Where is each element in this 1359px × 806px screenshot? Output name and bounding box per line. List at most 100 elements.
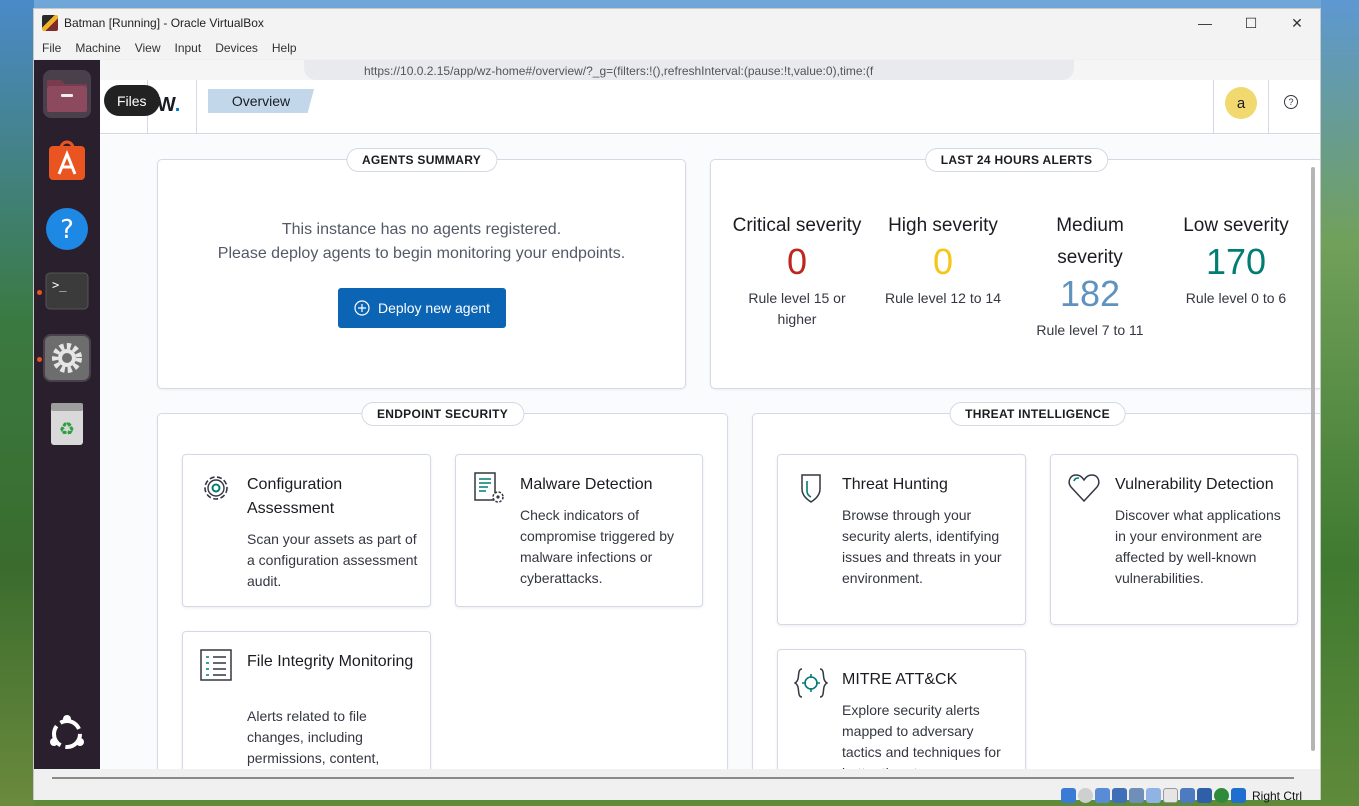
- gear-icon: [204, 476, 228, 500]
- no-agents-message: This instance has no agents registered. …: [158, 218, 685, 266]
- window-title: Batman [Running] - Oracle VirtualBox: [64, 16, 264, 30]
- shared-folders-icon[interactable]: [1145, 788, 1161, 803]
- dock-tooltip: Files: [104, 85, 160, 116]
- help-icon[interactable]: ?: [1284, 95, 1298, 109]
- card-configuration-assessment[interactable]: Configuration Assessment Scan your asset…: [182, 454, 431, 607]
- severity-rule: Rule level 15 or higher: [748, 290, 846, 327]
- wazuh-logo[interactable]: W.: [157, 94, 180, 117]
- vertical-scrollbar[interactable]: [1311, 167, 1315, 751]
- keyboard-capture-icon[interactable]: [1230, 788, 1246, 803]
- card-description: Discover what applications in your envir…: [1115, 507, 1281, 586]
- deploy-new-agent-button[interactable]: Deploy new agent: [338, 288, 506, 328]
- menu-devices[interactable]: Devices: [215, 41, 258, 55]
- agents-summary-label: AGENTS SUMMARY: [345, 148, 498, 172]
- no-agents-line2: Please deploy agents to begin monitoring…: [217, 245, 626, 262]
- optical-drive-icon[interactable]: [1077, 788, 1093, 803]
- agents-summary-panel: AGENTS SUMMARY This instance has no agen…: [157, 148, 686, 389]
- network-icon[interactable]: [1111, 788, 1127, 803]
- horizontal-scrollbar[interactable]: [52, 777, 1294, 779]
- shield-icon: [801, 474, 821, 503]
- plus-circle-icon: [354, 300, 370, 316]
- virtualbox-window: Batman [Running] - Oracle VirtualBox — ☐…: [33, 8, 1321, 803]
- card-malware-detection[interactable]: Malware Detection Check indicators of co…: [455, 454, 703, 607]
- recording-icon[interactable]: [1179, 788, 1195, 803]
- address-bar[interactable]: https://10.0.2.15/app/wz-home#/overview/…: [304, 60, 1074, 80]
- dock-app-center[interactable]: [43, 136, 91, 184]
- header-divider: [196, 80, 197, 134]
- severity-value: 182: [1059, 273, 1121, 314]
- svg-text:>_: >_: [52, 278, 67, 292]
- dock-show-apps[interactable]: [43, 710, 91, 758]
- no-agents-line1: This instance has no agents registered.: [281, 221, 562, 238]
- low-severity-stat[interactable]: Low severity 170 Rule level 0 to 6: [1171, 210, 1301, 309]
- close-button[interactable]: ✕: [1274, 9, 1320, 37]
- severity-rule: Rule level 0 to 6: [1185, 290, 1287, 306]
- card-title: Configuration Assessment: [247, 476, 343, 517]
- medium-severity-stat[interactable]: Medium severity 182 Rule level 7 to 11: [1025, 210, 1155, 341]
- header-divider: [1268, 80, 1269, 134]
- terminal-icon: >_: [45, 272, 89, 310]
- menu-view[interactable]: View: [135, 41, 161, 55]
- menu-machine[interactable]: Machine: [75, 41, 120, 55]
- hard-disk-icon[interactable]: [1060, 788, 1076, 803]
- deploy-button-label: Deploy new agent: [377, 300, 491, 316]
- severity-value: 170: [1205, 241, 1267, 282]
- card-mitre-attack[interactable]: MITRE ATT&CK Explore security alerts map…: [777, 649, 1026, 769]
- dock-help[interactable]: ?: [43, 205, 91, 253]
- critical-severity-stat[interactable]: Critical severity 0 Rule level 15 or hig…: [732, 210, 862, 330]
- card-title: MITRE ATT&CK: [842, 671, 958, 688]
- severity-rule: Rule level 12 to 14: [885, 290, 1001, 306]
- audio-icon[interactable]: [1094, 788, 1110, 803]
- card-title: Threat Hunting: [842, 476, 948, 493]
- svg-text:♻: ♻: [59, 419, 75, 440]
- severity-value: 0: [932, 241, 954, 282]
- menu-file[interactable]: File: [42, 41, 61, 55]
- virtualization-icon[interactable]: [1196, 788, 1212, 803]
- menu-bar: File Machine View Input Devices Help: [34, 37, 1320, 59]
- card-title: File Integrity Monitoring: [247, 653, 414, 670]
- user-avatar[interactable]: a: [1225, 87, 1257, 119]
- document-gear-icon: [474, 472, 504, 503]
- minimize-button[interactable]: —: [1182, 9, 1228, 37]
- status-tray: Right Ctrl: [1060, 788, 1302, 803]
- list-icon: [200, 649, 232, 681]
- desktop-background-left: [0, 0, 34, 806]
- severity-name: Critical severity: [732, 215, 862, 236]
- card-title: Malware Detection: [520, 476, 653, 493]
- dock-files[interactable]: [43, 70, 91, 118]
- dock-settings[interactable]: [43, 334, 91, 382]
- severity-value: 0: [786, 241, 808, 282]
- dock-terminal[interactable]: >_: [43, 268, 91, 316]
- target-icon: [794, 668, 828, 698]
- trash-icon: ♻: [51, 403, 83, 445]
- dock-trash[interactable]: ♻: [43, 400, 91, 448]
- card-file-integrity-monitoring[interactable]: File Integrity Monitoring Alerts related…: [182, 631, 431, 769]
- menu-input[interactable]: Input: [175, 41, 202, 55]
- high-severity-stat[interactable]: High severity 0 Rule level 12 to 14: [878, 210, 1008, 309]
- url-strip: https://10.0.2.15/app/wz-home#/overview/…: [100, 60, 1320, 80]
- settings-icon: [45, 336, 89, 380]
- breadcrumb-overview[interactable]: Overview: [208, 89, 314, 113]
- threat-intelligence-panel: THREAT INTELLIGENCE Threat Hunting Brows…: [752, 402, 1320, 769]
- severity-name: Low severity: [1183, 215, 1289, 236]
- usb-icon[interactable]: [1128, 788, 1144, 803]
- menu-help[interactable]: Help: [272, 41, 297, 55]
- guest-display: ? >_ ♻ Files https://10.0.2.15/app/wz-ho…: [34, 60, 1320, 769]
- card-threat-hunting[interactable]: Threat Hunting Browse through your secur…: [777, 454, 1026, 625]
- display-icon[interactable]: [1162, 788, 1178, 803]
- card-vulnerability-detection[interactable]: Vulnerability Detection Discover what ap…: [1050, 454, 1298, 625]
- ubuntu-dock: ? >_ ♻: [34, 60, 100, 769]
- severity-rule: Rule level 7 to 11: [1036, 322, 1144, 338]
- card-description: Explore security alerts mapped to advers…: [842, 702, 1001, 769]
- guest-additions-icon[interactable]: [1213, 788, 1229, 803]
- title-bar: Batman [Running] - Oracle VirtualBox — ☐…: [34, 9, 1320, 37]
- app-header: W. Overview a ?: [100, 80, 1320, 134]
- ubuntu-logo-icon: [50, 715, 84, 749]
- endpoint-security-label: ENDPOINT SECURITY: [360, 402, 525, 426]
- card-description: Alerts related to file changes, includin…: [247, 708, 380, 766]
- app-center-icon: [49, 140, 85, 180]
- header-divider: [1213, 80, 1214, 134]
- status-bar: Right Ctrl: [34, 769, 1320, 803]
- maximize-button[interactable]: ☐: [1228, 9, 1274, 37]
- severity-name: High severity: [888, 215, 998, 236]
